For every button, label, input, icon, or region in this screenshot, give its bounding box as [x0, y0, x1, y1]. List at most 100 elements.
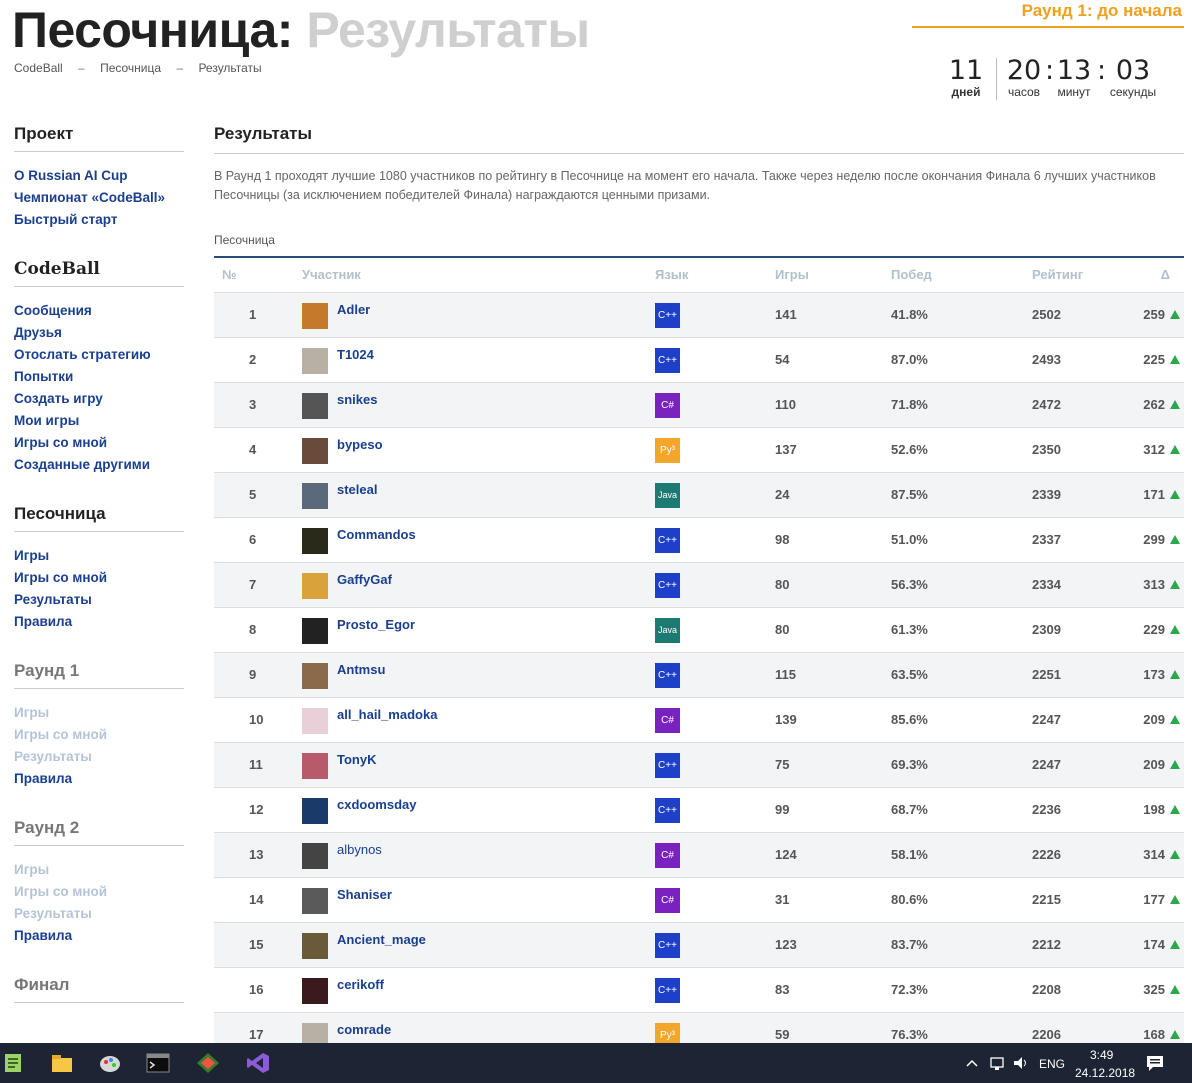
avatar[interactable] — [302, 887, 328, 914]
rank-cell: 13 — [214, 832, 302, 878]
participant-link[interactable]: Antmsu — [337, 662, 385, 677]
sidebar-link-sandbox-games[interactable]: Игры — [14, 545, 184, 567]
avatar[interactable] — [302, 662, 328, 689]
participant-link[interactable]: Shaniser — [337, 887, 392, 902]
arrow-up-icon — [1169, 310, 1180, 319]
breadcrumb: CodeBall – Песочница – Результаты — [14, 61, 274, 75]
file-explorer-icon[interactable] — [50, 1052, 74, 1074]
participant-link[interactable]: TonyK — [337, 752, 376, 767]
wins-cell: 56.3% — [891, 562, 1032, 608]
clock-date[interactable]: 24.12.2018 — [1075, 1066, 1135, 1080]
network-icon[interactable] — [988, 1052, 1006, 1074]
participant-link[interactable]: Commandos — [337, 527, 416, 542]
table-row: 13 albynos C# 124 58.1% 2226 314 — [214, 832, 1184, 878]
visual-studio-icon[interactable] — [246, 1052, 270, 1074]
sidebar-link-sandbox-rules[interactable]: Правила — [14, 611, 184, 633]
avatar[interactable] — [302, 707, 328, 734]
avatar[interactable] — [302, 482, 328, 509]
table-row: 10 all_hail_madoka C# 139 85.6% 2247 209 — [214, 697, 1184, 743]
wins-cell: 41.8% — [891, 292, 1032, 338]
chevron-up-icon[interactable] — [964, 1052, 980, 1074]
avatar[interactable] — [302, 527, 328, 554]
sidebar-link-round1-games: Игры — [14, 705, 50, 720]
avatar[interactable] — [302, 302, 328, 329]
delta-cell: 209 — [1119, 697, 1165, 743]
participant-cell: Adler — [302, 292, 655, 338]
participant-link[interactable]: Prosto_Egor — [337, 617, 415, 632]
participant-link[interactable]: GaffyGaf — [337, 572, 392, 587]
arrow-up-icon — [1169, 895, 1180, 904]
sidebar-link-messages[interactable]: Сообщения — [14, 300, 184, 322]
volume-icon[interactable] — [1012, 1052, 1030, 1074]
breadcrumb-sandbox[interactable]: Песочница — [100, 61, 161, 75]
avatar[interactable] — [302, 437, 328, 464]
participant-link[interactable]: Adler — [337, 302, 370, 317]
sidebar-link-submit-strategy[interactable]: Отослать стратегию — [14, 344, 184, 366]
countdown-minutes: 13 минут — [1056, 55, 1092, 99]
avatar[interactable] — [302, 347, 328, 374]
delta-cell: 225 — [1119, 337, 1165, 383]
table-row: 1 Adler C++ 141 41.8% 2502 259 — [214, 292, 1184, 338]
delta-cell: 198 — [1119, 787, 1165, 833]
sidebar-link-attempts[interactable]: Попытки — [14, 366, 184, 388]
sidebar-link-round2-rules[interactable]: Правила — [14, 925, 184, 947]
avatar[interactable] — [302, 752, 328, 779]
participant-link[interactable]: steleal — [337, 482, 377, 497]
sidebar-section-codeball: CodeBall Сообщения Друзья Отослать страт… — [14, 259, 184, 476]
sidebar-link-friends[interactable]: Друзья — [14, 322, 184, 344]
participant-link[interactable]: cerikoff — [337, 977, 384, 992]
paint-icon[interactable] — [98, 1052, 122, 1074]
language-cell: C++ — [655, 337, 775, 383]
sidebar-link-championship[interactable]: Чемпионат «CodeBall» — [14, 187, 184, 209]
sidebar-link-round1-rules[interactable]: Правила — [14, 768, 184, 790]
breadcrumb-codeball[interactable]: CodeBall — [14, 61, 63, 75]
avatar[interactable] — [302, 572, 328, 599]
games-cell: 139 — [775, 697, 891, 743]
participant-link[interactable]: albynos — [337, 842, 382, 857]
sidebar-link-games-with-me[interactable]: Игры со мной — [14, 432, 184, 454]
avatar[interactable] — [302, 932, 328, 959]
results-heading: Результаты — [214, 124, 1184, 154]
sidebar-link-about[interactable]: О Russian AI Cup — [14, 165, 184, 187]
avatar[interactable] — [302, 797, 328, 824]
avatar[interactable] — [302, 977, 328, 1004]
rank-cell: 2 — [214, 337, 302, 383]
participant-link[interactable]: snikes — [337, 392, 377, 407]
avatar[interactable] — [302, 842, 328, 869]
table-row: 11 TonyK C++ 75 69.3% 2247 209 — [214, 742, 1184, 788]
sidebar-link-create-game[interactable]: Создать игру — [14, 388, 184, 410]
sidebar-link-sandbox-results[interactable]: Результаты — [14, 589, 184, 611]
wins-cell: 72.3% — [891, 967, 1032, 1013]
delta-cell: 262 — [1119, 382, 1165, 428]
participant-link[interactable]: all_hail_madoka — [337, 707, 437, 722]
wins-cell: 52.6% — [891, 427, 1032, 473]
participant-link[interactable]: cxdoomsday — [337, 797, 416, 812]
delta-cell: 229 — [1119, 607, 1165, 653]
clock-time[interactable]: 3:49 — [1090, 1048, 1113, 1062]
delta-up-icon — [1165, 832, 1184, 878]
arrow-up-icon — [1169, 580, 1180, 589]
avatar[interactable] — [302, 617, 328, 644]
rank-cell: 7 — [214, 562, 302, 608]
git-icon[interactable] — [196, 1052, 220, 1074]
notifications-icon[interactable] — [1144, 1052, 1166, 1074]
language-cell: Java — [655, 607, 775, 653]
sidebar-link-quickstart[interactable]: Быстрый старт — [14, 209, 184, 231]
language-cell: C++ — [655, 967, 775, 1013]
participant-link[interactable]: comrade — [337, 1022, 391, 1037]
participant-link[interactable]: Ancient_mage — [337, 932, 426, 947]
language-indicator[interactable]: ENG — [1039, 1057, 1065, 1071]
notepad-icon[interactable] — [2, 1052, 24, 1074]
avatar[interactable] — [302, 392, 328, 419]
sidebar-link-created-by-others[interactable]: Созданные другими — [14, 454, 184, 476]
participant-link[interactable]: bypeso — [337, 437, 383, 452]
sidebar-link-sandbox-games-with-me[interactable]: Игры со мной — [14, 567, 184, 589]
delta-up-icon — [1165, 607, 1184, 653]
games-cell: 110 — [775, 382, 891, 428]
table-row: 7 GaffyGaf C++ 80 56.3% 2334 313 — [214, 562, 1184, 608]
sidebar-link-my-games[interactable]: Мои игры — [14, 410, 184, 432]
participant-link[interactable]: T1024 — [337, 347, 374, 362]
sidebar-heading: Раунд 2 — [14, 818, 184, 846]
terminal-icon[interactable] — [146, 1052, 170, 1074]
arrow-up-icon — [1169, 715, 1180, 724]
